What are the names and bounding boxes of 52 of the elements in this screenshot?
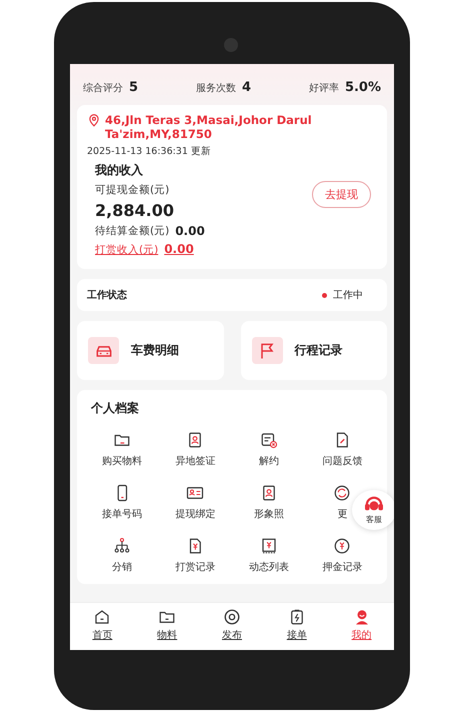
hierarchy-icon [112, 537, 131, 555]
shortcut-card[interactable]: 车费明细 [77, 321, 224, 380]
update-time: 2025-11-13 16:36:31 更新 [87, 145, 211, 158]
profile-item[interactable]: 形象照 [254, 484, 284, 521]
pending-label: 待结算金额(元) [95, 224, 170, 238]
stat-value: 5 [129, 80, 138, 95]
available-label: 可提现金额(元) [94, 183, 170, 197]
nav-tab[interactable]: 物料 [157, 608, 178, 642]
headset-icon [363, 495, 385, 513]
nav-tab[interactable]: 我的 [352, 608, 372, 642]
address-text: 46,Jln Teras 3,Masai,Johor Darul Ta'zim,MY,81750 [105, 113, 313, 141]
tip-income-link[interactable]: 打赏收入(元) [95, 243, 158, 257]
stat-value: 5.0% [344, 80, 381, 95]
withdraw-button[interactable]: 去提现 [312, 181, 371, 208]
profile-item[interactable]: 更 [333, 484, 352, 521]
stat-label: 综合评分 [83, 82, 123, 95]
yen-coin-icon [333, 537, 352, 555]
shortcut-card[interactable]: 行程记录 [240, 321, 387, 380]
pending-amount: 0.00 [175, 224, 205, 238]
nav-tab[interactable]: 发布 [222, 608, 242, 642]
income-title: 我的收入 [94, 162, 143, 179]
profile-item[interactable]: 接单号码 [102, 484, 142, 521]
profile-item[interactable]: 押金记录 [322, 537, 362, 574]
document-cross-icon [260, 431, 278, 449]
profile-item[interactable]: 解约 [258, 431, 279, 468]
available-amount: 2,884.00 [94, 201, 174, 220]
home-icon [93, 608, 112, 626]
profile-item[interactable]: 提现绑定 [175, 484, 216, 521]
support-button[interactable]: 客服 [352, 490, 394, 530]
stat-label: 服务次数 [196, 82, 236, 95]
nav-tab[interactable]: 接单 [286, 608, 307, 642]
profile-item[interactable]: 动态列表 [248, 537, 289, 574]
yen-document-icon [260, 537, 278, 555]
work-status-label: 工作状态 [87, 288, 127, 302]
profile-item[interactable]: 购买物料 [102, 431, 142, 468]
profile-item[interactable]: 打赏记录 [175, 537, 216, 574]
location-pin-icon [87, 113, 101, 127]
profile-title: 个人档案 [90, 400, 140, 417]
tip-amount[interactable]: 0.00 [164, 242, 194, 256]
nav-tab[interactable]: 首页 [92, 608, 112, 642]
refresh-icon [333, 484, 352, 502]
profile-item[interactable]: 分销 [112, 537, 132, 574]
profile-item[interactable]: 问题反馈 [322, 431, 362, 468]
target-icon [222, 608, 241, 626]
stat-value: 4 [242, 80, 252, 95]
status-dot [322, 292, 327, 298]
flag-icon [252, 337, 282, 364]
work-status-value[interactable]: 工作中 [333, 288, 363, 302]
profile-item[interactable]: 异地签证 [175, 431, 216, 468]
stat-label: 好评率 [308, 82, 339, 95]
car-icon [88, 337, 119, 364]
card-icon [186, 484, 204, 502]
